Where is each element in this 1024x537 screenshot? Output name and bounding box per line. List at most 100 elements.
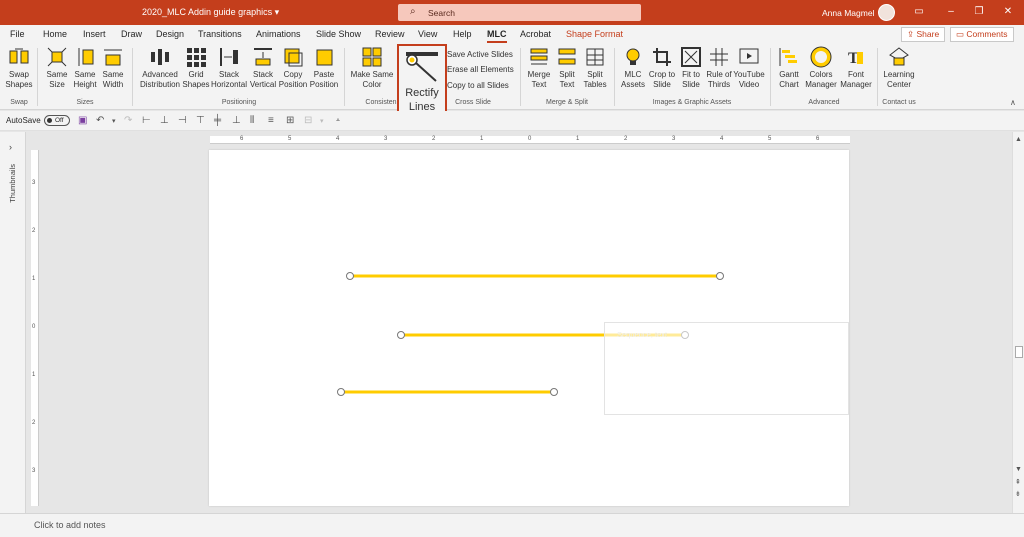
copy-to-all-slides-command[interactable]: Copy to all Slides bbox=[447, 81, 509, 90]
merge-text-button[interactable]: Merge Text bbox=[525, 46, 553, 90]
align-middle-icon[interactable]: ╪ bbox=[214, 115, 221, 126]
split-text-button[interactable]: Split Text bbox=[553, 46, 581, 90]
stack-horizontal-button[interactable]: Stack Horizontal bbox=[210, 46, 248, 90]
align-left-icon[interactable]: ⊢ bbox=[142, 115, 151, 126]
same-height-icon bbox=[78, 48, 94, 66]
title-chevron-icon[interactable]: ▾ bbox=[275, 7, 280, 17]
ungroup-icon[interactable]: ⊟ bbox=[304, 115, 312, 126]
split-tables-button[interactable]: Split Tables bbox=[581, 46, 609, 90]
tab-acrobat[interactable]: Acrobat bbox=[520, 29, 551, 39]
swap-shapes-icon bbox=[9, 48, 29, 64]
rule-of-thirds-label: Rule of Thirds bbox=[706, 70, 732, 89]
tab-design[interactable]: Design bbox=[156, 29, 184, 39]
learning-center-button[interactable]: Learning Center bbox=[881, 46, 917, 90]
user-name[interactable]: Anna Magmel bbox=[822, 8, 874, 18]
expand-thumbnails-icon[interactable]: › bbox=[9, 142, 12, 152]
tab-mlc[interactable]: MLC bbox=[487, 29, 507, 43]
horizontal-ruler[interactable]: 6 5 4 3 2 1 0 1 2 3 4 5 6 bbox=[210, 136, 850, 144]
divider bbox=[877, 48, 878, 106]
stack-vertical-button[interactable]: Stack Vertical bbox=[248, 46, 278, 90]
tab-animations[interactable]: Animations bbox=[256, 29, 301, 39]
autosave-toggle[interactable]: Off bbox=[44, 115, 70, 126]
group-icon[interactable]: ⊞ bbox=[286, 115, 294, 126]
gantt-chart-label: Gantt Chart bbox=[779, 70, 799, 89]
rectify-lines-icon bbox=[406, 52, 438, 82]
document-title[interactable]: 2020_MLC Addin guide graphics ▾ bbox=[142, 7, 279, 18]
undo-icon[interactable]: ↶ bbox=[96, 115, 104, 126]
scroll-up-icon[interactable]: ▲ bbox=[1015, 136, 1022, 143]
ribbon-display-icon[interactable]: ▭ bbox=[912, 5, 926, 19]
tab-view[interactable]: View bbox=[418, 29, 437, 39]
scroll-down-icon[interactable]: ▼ bbox=[1015, 466, 1022, 473]
save-active-slides-command[interactable]: Save Active Slides bbox=[447, 50, 513, 59]
ruler-tick-label: 4 bbox=[720, 136, 724, 142]
paste-position-button[interactable]: Paste Position bbox=[308, 46, 340, 90]
close-icon[interactable]: ✕ bbox=[1001, 5, 1015, 19]
tab-slide-show[interactable]: Slide Show bbox=[316, 29, 361, 39]
align-center-icon[interactable]: ⊥ bbox=[160, 115, 169, 126]
avatar[interactable] bbox=[878, 4, 895, 21]
gantt-chart-button[interactable]: Gantt Chart bbox=[775, 46, 803, 90]
save-icon[interactable]: ▣ bbox=[78, 115, 87, 126]
grid-shapes-button[interactable]: Grid Shapes bbox=[182, 46, 210, 90]
vertical-ruler[interactable]: 3 2 1 0 1 2 3 bbox=[31, 150, 39, 506]
mlc-assets-button[interactable]: MLC Assets bbox=[619, 46, 647, 90]
tab-help[interactable]: Help bbox=[453, 29, 472, 39]
font-manager-button[interactable]: T Font Manager bbox=[839, 46, 873, 90]
next-slide-icon[interactable]: ⇟ bbox=[1015, 490, 1021, 498]
colors-manager-button[interactable]: Colors Manager bbox=[803, 46, 839, 90]
line-handle-end[interactable] bbox=[716, 272, 724, 280]
tab-insert[interactable]: Insert bbox=[83, 29, 106, 39]
collapse-ribbon-icon[interactable]: ∧ bbox=[1010, 98, 1016, 107]
notes-pane[interactable]: Click to add notes bbox=[0, 513, 1024, 537]
rule-of-thirds-button[interactable]: Rule of Thirds bbox=[705, 46, 733, 90]
redo-icon[interactable]: ↷ bbox=[124, 115, 132, 126]
youtube-video-button[interactable]: YouTube Video bbox=[733, 46, 765, 90]
line-handle-end[interactable] bbox=[550, 388, 558, 396]
thumbnails-pane[interactable]: › Thumbnails bbox=[0, 132, 26, 513]
align-top-icon[interactable]: ⊤ bbox=[196, 115, 205, 126]
erase-all-elements-command[interactable]: Erase all Elements bbox=[447, 65, 514, 74]
swap-shapes-button[interactable]: Swap Shapes bbox=[4, 46, 34, 90]
crop-to-slide-button[interactable]: Crop to Slide bbox=[647, 46, 677, 90]
line-shape-3[interactable] bbox=[337, 388, 558, 396]
share-button[interactable]: ⇪ Share bbox=[901, 27, 946, 42]
tab-review[interactable]: Review bbox=[375, 29, 405, 39]
fit-to-slide-button[interactable]: Fit to Slide bbox=[677, 46, 705, 90]
copy-position-button[interactable]: Copy Position bbox=[278, 46, 308, 90]
group-label-contact: Contact us bbox=[882, 99, 916, 106]
line-shape-1[interactable] bbox=[346, 272, 724, 280]
previous-slide-icon[interactable]: ⇞ bbox=[1015, 478, 1021, 486]
ruler-tick-label: 1 bbox=[32, 276, 36, 282]
same-size-button[interactable]: Same Size bbox=[43, 46, 71, 90]
distribute-icon[interactable]: ⫴ bbox=[250, 115, 254, 126]
align-right-icon[interactable]: ⊣ bbox=[178, 115, 187, 126]
line-handle-start[interactable] bbox=[337, 388, 345, 396]
distribute-vertical-icon[interactable]: ≡ bbox=[268, 115, 274, 126]
advanced-distribution-button[interactable]: Advanced Distribution bbox=[138, 46, 182, 90]
scrollbar-thumb[interactable] bbox=[1015, 346, 1023, 358]
same-height-button[interactable]: Same Height bbox=[71, 46, 99, 90]
tab-transitions[interactable]: Transitions bbox=[198, 29, 242, 39]
line-handle-start[interactable] bbox=[346, 272, 354, 280]
customize-qat-icon[interactable]: ⩡ bbox=[336, 117, 340, 125]
rectify-lines-button[interactable]: Rectify Lines bbox=[397, 44, 447, 121]
search-box[interactable]: ⌕ Search bbox=[398, 4, 641, 21]
comments-button[interactable]: ▭ Comments bbox=[950, 27, 1014, 42]
tab-draw[interactable]: Draw bbox=[121, 29, 142, 39]
make-same-color-label: Make Same Color bbox=[350, 70, 394, 89]
tab-shape-format[interactable]: Shape Format bbox=[566, 29, 623, 39]
line-handle-start[interactable] bbox=[397, 331, 405, 339]
group-label-advanced: Advanced bbox=[808, 99, 840, 106]
restore-icon[interactable]: ❐ bbox=[972, 5, 986, 19]
same-width-button[interactable]: Same Width bbox=[99, 46, 127, 90]
tab-file[interactable]: File bbox=[10, 29, 25, 39]
vertical-scrollbar[interactable]: ▲ ▼ ⇞ ⇟ bbox=[1012, 132, 1024, 513]
ribbon: Swap Shapes Swap Same Size Same Height S… bbox=[0, 44, 1024, 110]
make-same-color-button[interactable]: Make Same Color bbox=[349, 46, 395, 90]
undo-dropdown-icon[interactable]: ▾ bbox=[112, 117, 116, 125]
tab-home[interactable]: Home bbox=[43, 29, 67, 39]
minimize-icon[interactable]: – bbox=[944, 5, 958, 19]
ungroup-dropdown-icon[interactable]: ▾ bbox=[320, 117, 324, 125]
align-bottom-icon[interactable]: ⊥ bbox=[232, 115, 241, 126]
